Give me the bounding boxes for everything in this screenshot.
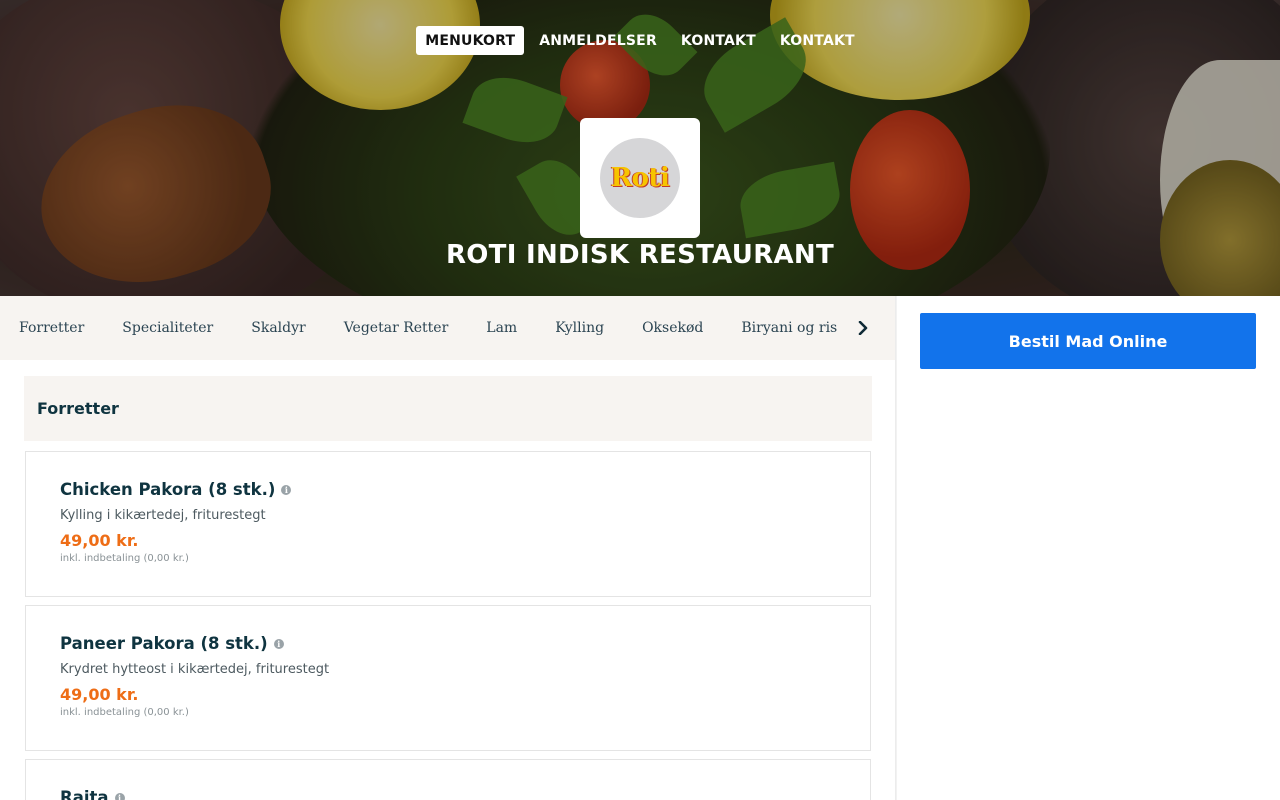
category-lam[interactable]: Lam [467, 320, 536, 336]
menu-item-name: Paneer Pakora (8 stk.) [60, 634, 268, 653]
menu-item[interactable]: Raita i [25, 759, 871, 800]
info-icon[interactable]: i [114, 792, 125, 800]
category-biryani-og-ris[interactable]: Biryani og ris [722, 320, 856, 336]
restaurant-logo: Roti [580, 118, 700, 238]
top-navigation: MENUKORT ANMELDELSER KONTAKT KONTAKT [0, 26, 1280, 55]
menu-item-price: 49,00 kr. [60, 685, 139, 704]
category-vegetar-retter[interactable]: Vegetar Retter [325, 320, 468, 336]
category-skaldyr[interactable]: Skaldyr [232, 320, 324, 336]
menu-item-description: Kylling i kikærtedej, friturestegt [60, 508, 266, 523]
logo-circle: Roti [600, 138, 680, 218]
nav-item-menukort[interactable]: MENUKORT [416, 26, 525, 55]
section-title: Forretter [24, 376, 872, 441]
restaurant-name: ROTI INDISK RESTAURANT [445, 240, 835, 270]
order-online-button[interactable]: Bestil Mad Online [920, 313, 1256, 369]
menu-item-price: 49,00 kr. [60, 531, 139, 550]
nav-item-anmeldelser[interactable]: ANMELDELSER [530, 26, 666, 55]
menu-item-description: Krydret hytteost i kikærtedej, friturest… [60, 662, 330, 677]
info-icon[interactable]: i [273, 638, 284, 649]
category-bar: Forretter Specialiteter Skaldyr Vegetar … [0, 296, 895, 360]
category-oksekod[interactable]: Oksekød [623, 320, 722, 336]
column-divider [895, 296, 897, 800]
menu-item[interactable]: Chicken Pakora (8 stk.) i Kylling i kikæ… [25, 451, 871, 597]
category-kylling[interactable]: Kylling [536, 320, 623, 336]
nav-item-kontakt-2[interactable]: KONTAKT [771, 26, 864, 55]
logo-text: Roti [610, 163, 670, 193]
menu-item[interactable]: Paneer Pakora (8 stk.) i Krydret hytteos… [25, 605, 871, 751]
menu-item-name-row: Raita i [60, 788, 870, 800]
category-specialiteter[interactable]: Specialiteter [103, 320, 232, 336]
nav-item-kontakt[interactable]: KONTAKT [672, 26, 765, 55]
menu-item-fee: inkl. indbetaling (0,00 kr.) [60, 553, 189, 564]
menu-item-fee: inkl. indbetaling (0,00 kr.) [60, 707, 189, 718]
menu-item-name: Raita [60, 788, 109, 800]
hero-banner: MENUKORT ANMELDELSER KONTAKT KONTAKT Rot… [0, 0, 1280, 296]
category-forretter[interactable]: Forretter [0, 320, 103, 336]
menu-item-name-row: Paneer Pakora (8 stk.) i [60, 634, 870, 653]
menu-item-name-row: Chicken Pakora (8 stk.) i [60, 480, 870, 499]
info-icon[interactable]: i [281, 484, 292, 495]
menu-item-name: Chicken Pakora (8 stk.) [60, 480, 276, 499]
chevron-right-icon[interactable] [853, 318, 873, 338]
